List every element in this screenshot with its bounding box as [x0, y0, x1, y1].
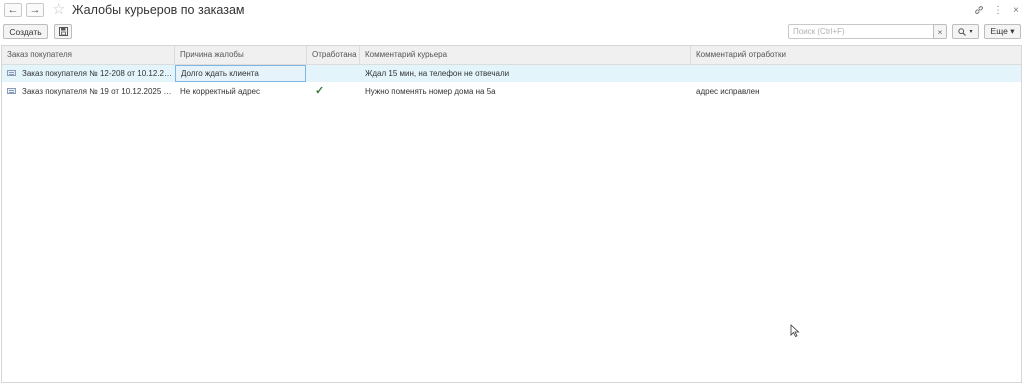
favorite-star-icon[interactable]: ☆	[52, 1, 65, 19]
column-header-reason[interactable]: Причина жалобы	[175, 46, 307, 64]
search-clear-button[interactable]: ×	[933, 24, 947, 39]
more-actions-button[interactable]: ⋮	[991, 3, 1005, 17]
chevron-down-icon: ▾	[969, 29, 973, 35]
search-options-button[interactable]: ▾	[952, 24, 979, 39]
close-icon: ×	[1013, 4, 1019, 16]
arrow-right-icon: →	[29, 4, 41, 16]
cell-courier-comment[interactable]: Ждал 15 мин, на телефон не отвечали	[360, 65, 691, 82]
link-icon	[975, 6, 983, 14]
arrow-left-icon: ←	[7, 4, 19, 16]
mouse-cursor-icon	[790, 324, 800, 338]
cell-handling-comment[interactable]: адрес исправлен	[691, 83, 1021, 100]
cell-reason[interactable]: Долго ждать клиента	[175, 65, 306, 82]
page-title: Жалобы курьеров по заказам	[72, 3, 245, 17]
more-vertical-icon: ⋮	[993, 4, 1003, 16]
back-button[interactable]: ←	[4, 3, 22, 17]
more-button[interactable]: Еще ▾	[984, 24, 1021, 39]
save-button[interactable]	[54, 24, 72, 39]
cell-order[interactable]: Заказ покупателя № 12-208 от 10.12.2025	[17, 65, 175, 82]
document-icon	[7, 70, 16, 76]
cell-handled[interactable]	[307, 65, 360, 82]
cell-handled[interactable]: ✓	[307, 83, 360, 100]
complaints-table[interactable]: Заказ покупателя Причина жалобы Отработа…	[1, 45, 1022, 383]
table-row[interactable]: Заказ покупателя № 19 от 10.12.2025 12:0…	[2, 83, 1021, 100]
link-button[interactable]	[972, 3, 986, 17]
table-header: Заказ покупателя Причина жалобы Отработа…	[2, 46, 1021, 65]
checkmark-icon: ✓	[315, 85, 325, 97]
column-header-handled[interactable]: Отработана	[307, 46, 360, 64]
save-icon	[58, 27, 68, 36]
cell-reason[interactable]: Не корректный адрес	[175, 83, 307, 100]
column-header-order[interactable]: Заказ покупателя	[2, 46, 175, 64]
table-row[interactable]: Заказ покупателя № 12-208 от 10.12.2025 …	[2, 65, 1021, 82]
cell-handling-comment[interactable]	[691, 65, 1021, 82]
search-input[interactable]	[788, 24, 934, 39]
close-button[interactable]: ×	[1009, 3, 1023, 17]
create-button[interactable]: Создать	[3, 24, 48, 39]
column-header-handling-comment[interactable]: Комментарий отработки	[691, 46, 1021, 64]
column-header-courier-comment[interactable]: Комментарий курьера	[360, 46, 691, 64]
title-bar: ← → ☆ Жалобы курьеров по заказам ⋮ ×	[0, 0, 1024, 22]
document-icon	[7, 88, 16, 94]
search-icon	[958, 27, 967, 36]
cell-courier-comment[interactable]: Нужно поменять номер дома на 5а	[360, 83, 691, 100]
cell-order[interactable]: Заказ покупателя № 19 от 10.12.2025 12:0…	[17, 83, 175, 100]
forward-button[interactable]: →	[26, 3, 44, 17]
